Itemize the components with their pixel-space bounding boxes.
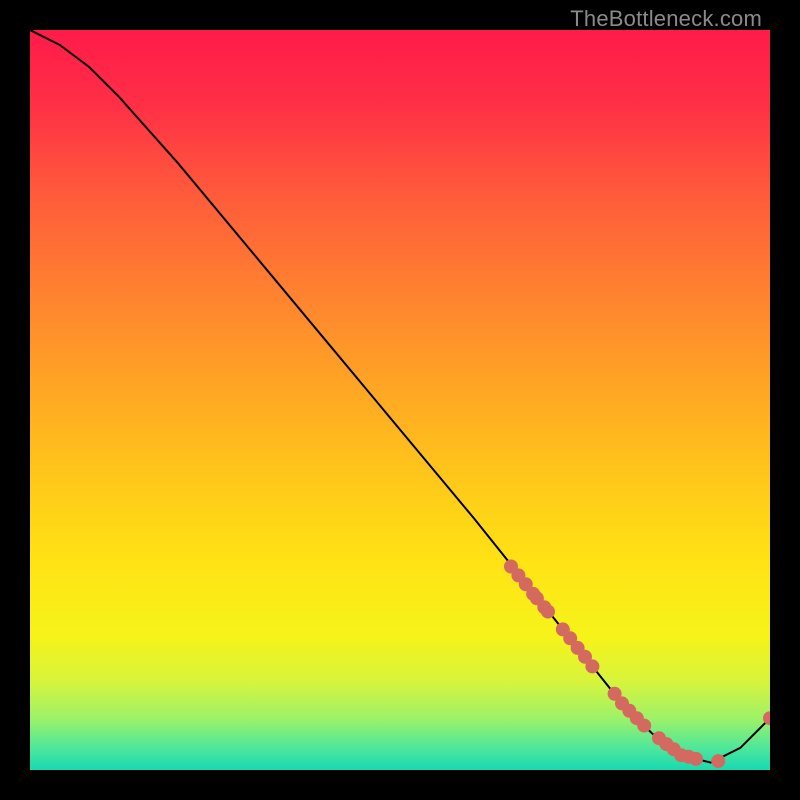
marker-dot [637,719,651,733]
watermark-text: TheBottleneck.com [570,6,762,32]
marker-dot [711,754,725,768]
chart-area [30,30,770,770]
chart-svg [30,30,770,770]
gradient-background [30,30,770,770]
marker-dot [585,659,599,673]
marker-dot [541,605,555,619]
marker-dot [689,752,703,766]
